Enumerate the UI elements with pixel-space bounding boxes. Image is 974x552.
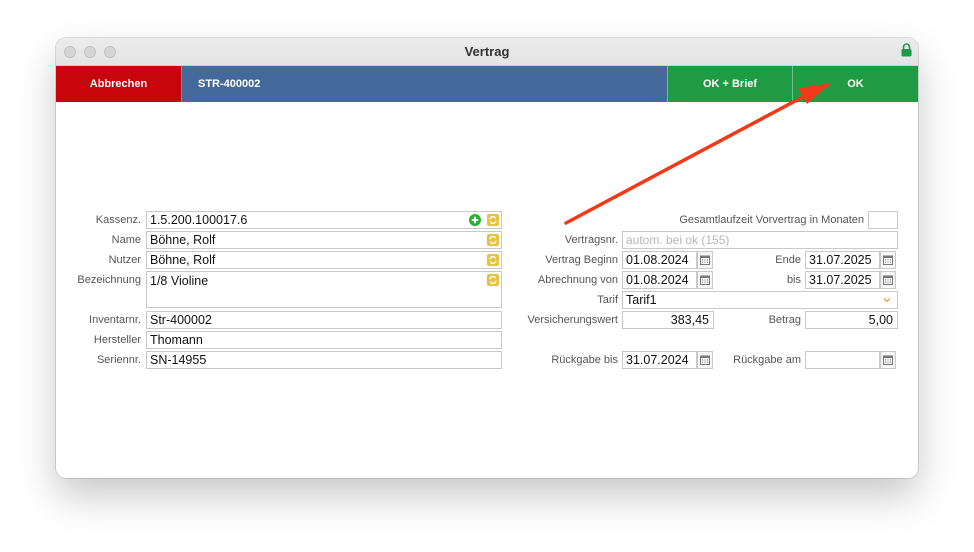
- inventarnr-label: Inventarnr.: [89, 314, 141, 326]
- abrechnung-von-label: Abrechnung von: [537, 274, 618, 286]
- ok-button[interactable]: OK: [792, 66, 918, 102]
- ok-letter-button[interactable]: OK + Brief: [667, 66, 792, 102]
- gesamtlaufzeit-field[interactable]: [868, 211, 898, 229]
- tarif-label: Tarif: [597, 294, 618, 306]
- betrag-field[interactable]: 5,00: [805, 311, 898, 329]
- betrag-label: Betrag: [768, 314, 801, 326]
- seriennr-label: Seriennr.: [96, 354, 141, 366]
- calendar-icon[interactable]: [697, 271, 713, 289]
- inventarnr-field[interactable]: Str-400002: [146, 311, 502, 329]
- versicherungswert-label: Versicherungswert: [527, 314, 619, 326]
- lock-icon: [901, 43, 912, 57]
- window-title: Vertrag: [464, 44, 510, 59]
- title-bar: Vertrag: [56, 38, 918, 66]
- hersteller-field[interactable]: Thomann: [146, 331, 502, 349]
- seriennr-field[interactable]: SN-14955: [146, 351, 502, 369]
- bis-field[interactable]: 31.07.2025: [805, 271, 880, 289]
- vertrag-beginn-label: Vertrag Beginn: [545, 254, 618, 266]
- tarif-select[interactable]: Tarif1: [622, 291, 898, 309]
- name-label: Name: [111, 234, 141, 246]
- vertragsnr-field[interactable]: autom. bei ok (155): [622, 231, 898, 249]
- abrechnung-von-field[interactable]: 01.08.2024: [622, 271, 697, 289]
- calendar-icon[interactable]: [697, 351, 713, 369]
- calendar-icon[interactable]: [880, 271, 896, 289]
- chevron-down-icon[interactable]: [883, 297, 891, 303]
- versicherungswert-field[interactable]: 383,45: [622, 311, 714, 329]
- rueckgabe-am-field[interactable]: [805, 351, 880, 369]
- cancel-button[interactable]: Abbrechen: [56, 66, 181, 102]
- action-toolbar: Abbrechen STR-400002 OK + Brief OK: [56, 66, 918, 102]
- plus-circle-icon[interactable]: [469, 214, 481, 226]
- rueckgabe-bis-field[interactable]: 31.07.2024: [622, 351, 697, 369]
- ende-field[interactable]: 31.07.2025: [805, 251, 880, 269]
- vertragsnr-label: Vertragsnr.: [564, 234, 618, 246]
- rueckgabe-bis-label: Rückgabe bis: [551, 354, 618, 366]
- bis-label: bis: [786, 274, 801, 286]
- ende-label: Ende: [775, 254, 801, 266]
- calendar-icon[interactable]: [697, 251, 713, 269]
- rueckgabe-am-label: Rückgabe am: [733, 354, 801, 366]
- contract-window: Vertrag Abbrechen STR-400002 OK + Brief …: [56, 38, 918, 478]
- gesamtlaufzeit-label: Gesamtlaufzeit Vorvertrag in Monaten: [679, 214, 864, 226]
- nutzer-label: Nutzer: [108, 254, 141, 266]
- hersteller-label: Hersteller: [93, 334, 141, 346]
- refresh-icon[interactable]: [487, 214, 499, 226]
- calendar-icon[interactable]: [880, 351, 896, 369]
- bezeichnung-label: Bezeichnung: [77, 274, 141, 286]
- kassenz-label: Kassenz.: [95, 214, 141, 226]
- bezeichnung-field[interactable]: 1/8 Violine: [146, 271, 502, 308]
- calendar-icon[interactable]: [880, 251, 896, 269]
- name-field[interactable]: Böhne, Rolf: [146, 231, 502, 249]
- nutzer-field[interactable]: Böhne, Rolf: [146, 251, 502, 269]
- vertrag-beginn-field[interactable]: 01.08.2024: [622, 251, 697, 269]
- record-id-label: STR-400002: [181, 66, 667, 102]
- kassenz-field[interactable]: 1.5.200.100017.6: [146, 211, 502, 229]
